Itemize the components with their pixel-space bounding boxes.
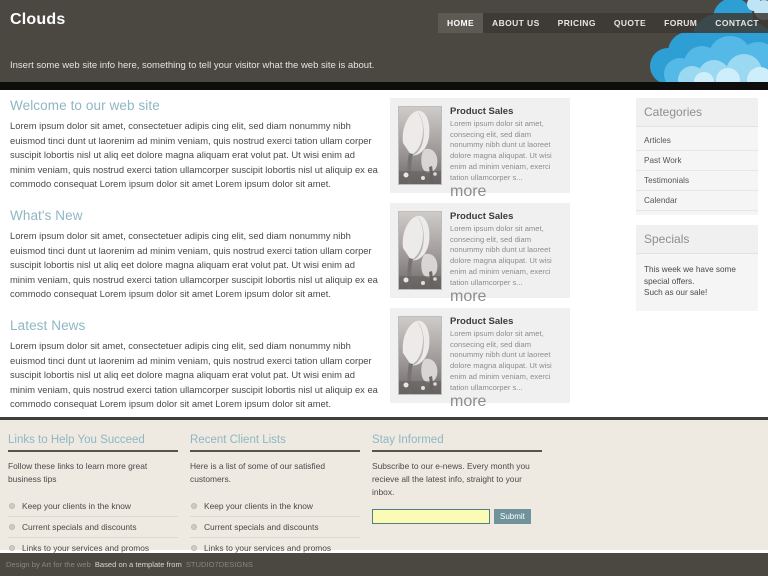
- footer-intro-clients: Here is a list of some of our satisfied …: [190, 460, 360, 486]
- footer-list-links: Keep your clients in the know Current sp…: [8, 496, 178, 559]
- bullet-icon: [9, 524, 15, 530]
- footer-column-links: Links to Help You Succeed Follow these l…: [8, 434, 178, 559]
- colophon-template-note: Based on a template from: [95, 560, 182, 569]
- content-column-left: Welcome to our web site Lorem ipsum dolo…: [10, 98, 382, 428]
- footer-column-subscribe: Stay Informed Subscribe to our e-news. E…: [372, 434, 542, 524]
- bullet-icon: [191, 503, 197, 509]
- section-body-latest-news: Lorem ipsum dolor sit amet, consectetuer…: [10, 339, 382, 412]
- product-card-body: Product Sales Lorem ipsum dolor sit amet…: [450, 211, 562, 290]
- nav-item-quote[interactable]: QUOTE: [605, 13, 655, 33]
- widget-categories-heading: Categories: [636, 98, 758, 127]
- product-card[interactable]: Product Sales Lorem ipsum dolor sit amet…: [390, 308, 570, 403]
- nav-item-pricing[interactable]: PRICING: [549, 13, 605, 33]
- product-card[interactable]: Product Sales Lorem ipsum dolor sit amet…: [390, 203, 570, 298]
- widget-specials: Specials This week we have some special …: [636, 225, 758, 311]
- bullet-icon: [191, 524, 197, 530]
- newsletter-email-input[interactable]: [372, 509, 490, 524]
- list-item-label: Links to your services and promos: [204, 543, 331, 553]
- widget-specials-text: This week we have some special offers. S…: [636, 254, 758, 311]
- widget-specials-heading: Specials: [636, 225, 758, 254]
- list-item[interactable]: Current specials and discounts: [8, 517, 178, 538]
- product-more-link[interactable]: more: [450, 288, 486, 305]
- list-item-label: Current specials and discounts: [204, 522, 319, 532]
- product-description: Lorem ipsum dolor sit amet, consecing el…: [450, 224, 562, 288]
- page-root: Clouds HOME ABOUT US PRICING QUOTE FORUM…: [0, 0, 768, 576]
- colophon-studio-link[interactable]: STUDIO7DESIGNS: [186, 560, 253, 569]
- footer-heading-rule: [372, 450, 542, 452]
- footer-intro-subscribe: Subscribe to our e-news. Every month you…: [372, 460, 542, 499]
- list-item[interactable]: Keep your clients in the know: [190, 496, 360, 517]
- widget-categories-list: Articles Past Work Testimonials Calendar: [636, 127, 758, 215]
- submit-button[interactable]: Submit: [494, 509, 531, 524]
- main-navigation: HOME ABOUT US PRICING QUOTE FORUM CONTAC…: [438, 13, 768, 33]
- subscribe-form: Submit: [372, 509, 542, 524]
- sidebar: Categories Articles Past Work Testimonia…: [636, 98, 758, 321]
- sidebar-item-testimonials[interactable]: Testimonials: [636, 171, 758, 191]
- list-item[interactable]: Current specials and discounts: [190, 517, 360, 538]
- footer-heading-rule: [8, 450, 178, 452]
- nav-item-about-us[interactable]: ABOUT US: [483, 13, 549, 33]
- product-description: Lorem ipsum dolor sit amet, consecing el…: [450, 329, 562, 393]
- product-title: Product Sales: [450, 316, 562, 327]
- site-logo[interactable]: Clouds: [10, 11, 65, 29]
- product-card-body: Product Sales Lorem ipsum dolor sit amet…: [450, 316, 562, 395]
- product-thumbnail-image: [398, 106, 442, 185]
- sidebar-item-calendar[interactable]: Calendar: [636, 191, 758, 211]
- sidebar-item-past-work[interactable]: Past Work: [636, 151, 758, 171]
- product-description: Lorem ipsum dolor sit amet, consecing el…: [450, 119, 562, 183]
- main-content: Welcome to our web site Lorem ipsum dolo…: [0, 90, 768, 417]
- product-card-body: Product Sales Lorem ipsum dolor sit amet…: [450, 106, 562, 185]
- list-item-label: Current specials and discounts: [22, 522, 137, 532]
- product-thumbnail-image: [398, 211, 442, 290]
- footer-list-clients: Keep your clients in the know Current sp…: [190, 496, 360, 559]
- bullet-icon: [9, 545, 15, 551]
- bullet-icon: [191, 545, 197, 551]
- footer-heading-links: Links to Help You Succeed: [8, 434, 178, 446]
- list-item-label: Keep your clients in the know: [204, 501, 313, 511]
- section-heading-welcome: Welcome to our web site: [10, 98, 382, 113]
- footer-heading-clients: Recent Client Lists: [190, 434, 360, 446]
- section-body-welcome: Lorem ipsum dolor sit amet, consectetuer…: [10, 119, 382, 192]
- footer-intro-links: Follow these links to learn more great b…: [8, 460, 178, 486]
- header-divider: [0, 82, 768, 90]
- footer-column-clients: Recent Client Lists Here is a list of so…: [190, 434, 360, 559]
- nav-item-contact[interactable]: CONTACT: [706, 13, 768, 33]
- product-thumbnail-image: [398, 316, 442, 395]
- product-title: Product Sales: [450, 106, 562, 117]
- site-tagline: Insert some web site info here, somethin…: [10, 60, 374, 71]
- site-header: Clouds HOME ABOUT US PRICING QUOTE FORUM…: [0, 0, 768, 82]
- list-item-label: Links to your services and promos: [22, 543, 149, 553]
- product-card[interactable]: Product Sales Lorem ipsum dolor sit amet…: [390, 98, 570, 193]
- sidebar-item-articles[interactable]: Articles: [636, 131, 758, 151]
- product-promo-column: Product Sales Lorem ipsum dolor sit amet…: [390, 98, 570, 413]
- section-body-whats-new: Lorem ipsum dolor sit amet, consectetuer…: [10, 229, 382, 302]
- bullet-icon: [9, 503, 15, 509]
- list-item[interactable]: Keep your clients in the know: [8, 496, 178, 517]
- nav-item-forum[interactable]: FORUM: [655, 13, 706, 33]
- list-item-label: Keep your clients in the know: [22, 501, 131, 511]
- product-title: Product Sales: [450, 211, 562, 222]
- footer-heading-subscribe: Stay Informed: [372, 434, 542, 446]
- nav-item-home[interactable]: HOME: [438, 13, 483, 33]
- section-heading-latest-news: Latest News: [10, 318, 382, 333]
- widget-categories: Categories Articles Past Work Testimonia…: [636, 98, 758, 215]
- product-more-link[interactable]: more: [450, 183, 486, 200]
- product-more-link[interactable]: more: [450, 393, 486, 410]
- footer-heading-rule: [190, 450, 360, 452]
- section-heading-whats-new: What's New: [10, 208, 382, 223]
- colophon-bar: Design by Art for the web Based on a tem…: [0, 553, 768, 576]
- colophon-designer: Design by Art for the web: [6, 560, 91, 569]
- site-footer: Links to Help You Succeed Follow these l…: [0, 420, 768, 550]
